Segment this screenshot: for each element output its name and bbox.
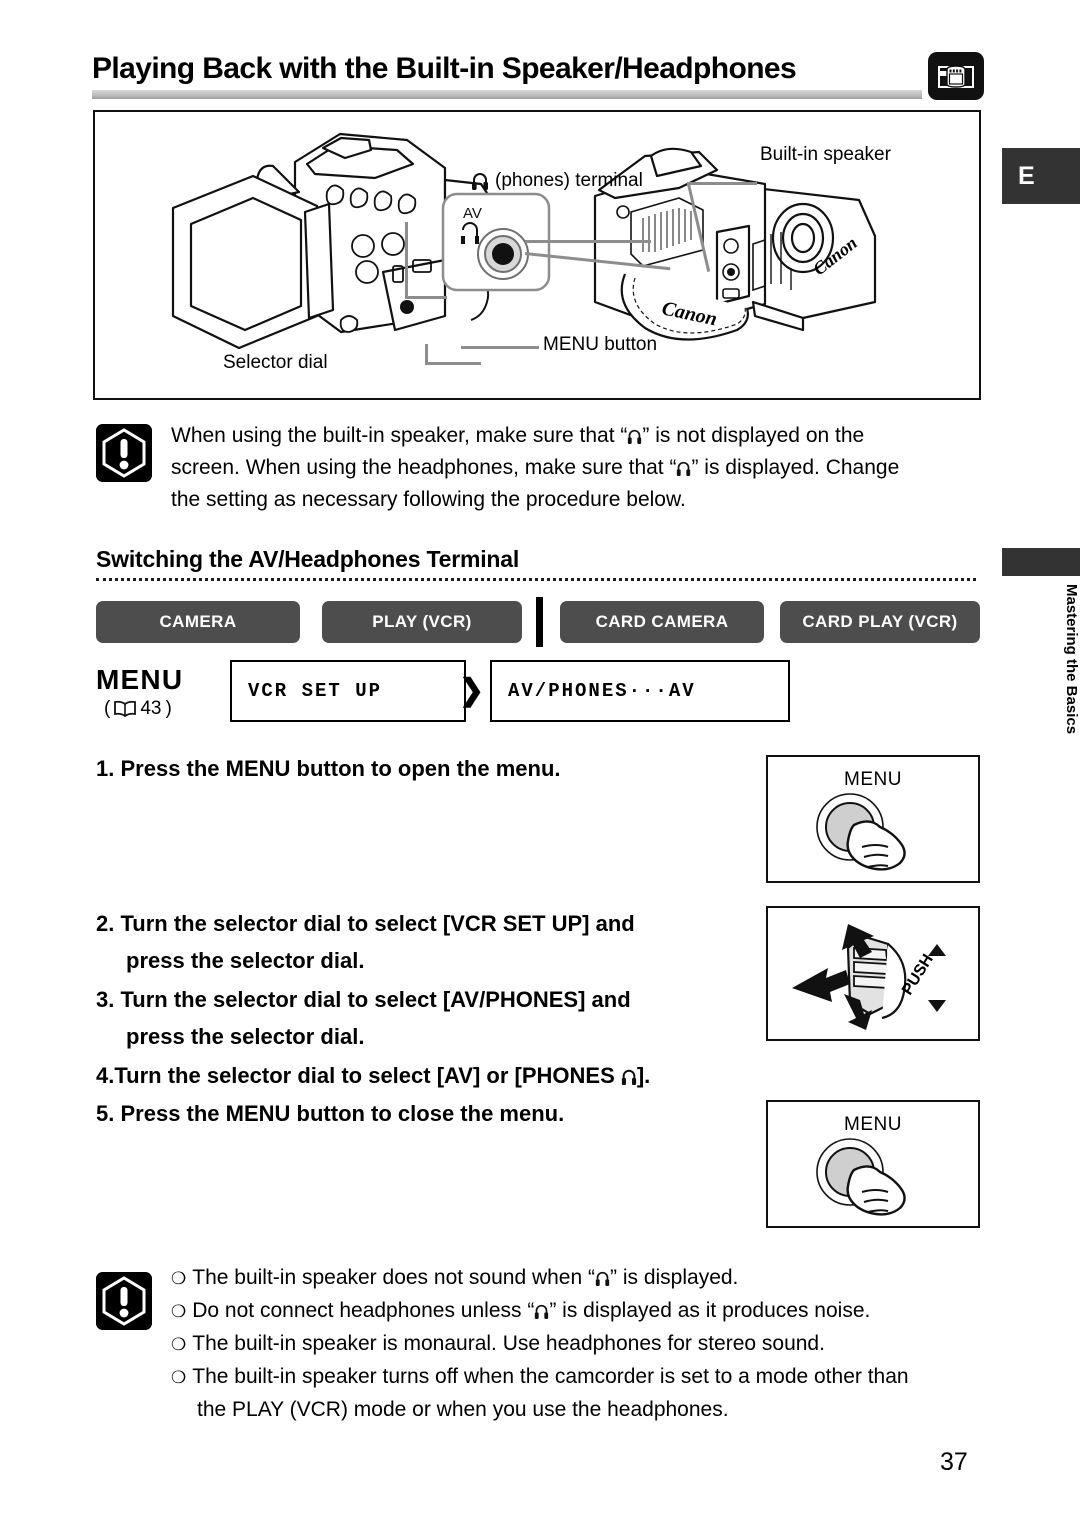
illustration-menu-label-bottom: MENU bbox=[844, 1114, 902, 1135]
page-reference-close: ) bbox=[165, 698, 172, 719]
menu-label: MENU bbox=[96, 664, 184, 695]
illustration-selector-dial: PUSH bbox=[766, 906, 980, 1041]
page-reference-open: ( bbox=[104, 698, 111, 719]
step-2-text: Turn the selector dial to select [VCR SE… bbox=[120, 911, 635, 936]
note-item: ❍ Do not connect headphones unless “ ” is … bbox=[171, 1295, 981, 1328]
step-1-text: Press the MENU button to open the menu. bbox=[120, 756, 561, 781]
page-header: Playing Back with the Built-in Speaker/H… bbox=[92, 52, 922, 104]
note-bullet-icon: ❍ bbox=[171, 1269, 187, 1289]
step-4-number: 4. bbox=[96, 1063, 115, 1088]
note-4-text: The built-in speaker turns off when the … bbox=[192, 1365, 909, 1388]
headphones-icon bbox=[472, 173, 488, 190]
menu-button-press-icon bbox=[816, 793, 906, 871]
section-tab-bar bbox=[1002, 548, 1080, 576]
book-icon bbox=[114, 700, 137, 718]
caution-line-3: the setting as necessary following the p… bbox=[171, 488, 686, 511]
headphones-icon bbox=[677, 461, 691, 476]
note-item: ❍ The built-in speaker turns off when the… bbox=[171, 1361, 981, 1394]
note-bullet-icon: ❍ bbox=[171, 1302, 187, 1322]
exclamation-warning-icon bbox=[96, 1272, 152, 1330]
headphones-icon bbox=[628, 429, 642, 444]
title-underline-bar bbox=[92, 90, 922, 99]
page-number: 37 bbox=[940, 1448, 968, 1476]
headphones-icon bbox=[595, 1271, 610, 1286]
leader-speaker-h bbox=[687, 182, 757, 185]
step-4-text-b: ]. bbox=[636, 1063, 651, 1088]
step-3-text-line2: press the selector dial. bbox=[126, 1024, 365, 1049]
notes-list: ❍ The built-in speaker does not sound whe… bbox=[171, 1262, 981, 1425]
headphones-icon bbox=[621, 1069, 636, 1085]
leader-selector-dial-v bbox=[425, 344, 428, 364]
selector-dial-turn-push-icon: PUSH bbox=[792, 924, 946, 1030]
page-reference-number: 43 bbox=[140, 698, 162, 719]
illustration-menu-press-bottom: MENU bbox=[766, 1100, 980, 1228]
callout-phones-terminal: (phones) terminal bbox=[471, 170, 643, 192]
leader-phones-label-h bbox=[405, 296, 447, 299]
language-tab: E bbox=[1002, 148, 1080, 204]
menu-button-press-icon bbox=[816, 1138, 906, 1216]
step-1: 1. Press the MENU button to open the men… bbox=[96, 750, 736, 787]
caution-line-1a: When using the built-in speaker, make su… bbox=[171, 424, 628, 447]
menu-item-av-phones[interactable]: AV/PHONES···AV bbox=[490, 660, 790, 722]
camcorder-icon bbox=[928, 52, 984, 100]
caution-line-1b: ” is not displayed on the bbox=[642, 424, 865, 447]
exclamation-warning-icon bbox=[96, 424, 152, 482]
headphones-icon bbox=[535, 1304, 549, 1319]
step-4: 4.Turn the selector dial to select [AV] … bbox=[96, 1057, 776, 1094]
note-1-text-a: The built-in speaker does not sound when… bbox=[192, 1266, 595, 1289]
note-item: ❍ The built-in speaker is monaural. Use h… bbox=[171, 1328, 981, 1361]
camcorder-diagram: Canon Canon AV Built-in speaker (phones)… bbox=[93, 110, 981, 400]
illustration-menu-label-top: MENU bbox=[844, 769, 902, 790]
illustration-menu-press-top: MENU bbox=[766, 755, 980, 883]
callout-menu-button: MENU button bbox=[543, 334, 658, 355]
step-4-text-a: Turn the selector dial to select [AV] or… bbox=[114, 1063, 621, 1088]
menu-navigation-path: MENU ( 43 ) VCR SET UP ❯ AV/PHONES···AV bbox=[96, 660, 980, 732]
note-1-text-b: ” is displayed. bbox=[610, 1266, 739, 1289]
svg-text:AV: AV bbox=[463, 205, 482, 222]
step-5: 5. Press the MENU button to close the me… bbox=[96, 1095, 736, 1132]
step-3: 3. Turn the selector dial to select [AV/… bbox=[96, 981, 736, 1055]
leader-menu-button bbox=[461, 346, 539, 349]
caution-line-1: When using the built-in speaker, make su… bbox=[171, 420, 971, 452]
step-5-text: Press the MENU button to close the menu. bbox=[120, 1101, 565, 1126]
mode-button-card-camera[interactable]: CARD CAMERA bbox=[560, 601, 764, 643]
step-3-number: 3. bbox=[96, 987, 115, 1012]
step-2-number: 2. bbox=[96, 911, 115, 936]
mode-button-row: CAMERA PLAY (VCR) CARD CAMERA CARD PLAY … bbox=[96, 597, 980, 647]
note-bullet-icon: ❍ bbox=[171, 1335, 187, 1355]
mode-button-play-vcr[interactable]: PLAY (VCR) bbox=[322, 601, 522, 643]
callout-phones-terminal-label: (phones) terminal bbox=[495, 170, 643, 191]
step-2-text-line2: press the selector dial. bbox=[126, 948, 365, 973]
subsection-divider bbox=[96, 578, 976, 581]
mode-group-divider bbox=[536, 597, 543, 647]
note-bullet-icon: ❍ bbox=[171, 1368, 187, 1388]
section-tab-label: Mastering the Basics bbox=[1063, 584, 1080, 735]
chevron-right-icon: ❯ bbox=[459, 674, 485, 707]
caution-line-2: screen. When using the headphones, make … bbox=[171, 452, 971, 484]
step-1-number: 1. bbox=[96, 756, 115, 781]
caution-line-2b: ” is displayed. Change bbox=[691, 456, 900, 479]
note-2-text-b: ” is displayed as it produces noise. bbox=[549, 1299, 871, 1322]
callout-selector-dial: Selector dial bbox=[223, 352, 328, 373]
note-3-text: The built-in speaker is monaural. Use he… bbox=[192, 1332, 825, 1355]
page-reference: ( 43 ) bbox=[104, 698, 172, 720]
caution-top-text: When using the built-in speaker, make su… bbox=[171, 420, 971, 516]
mode-button-camera[interactable]: CAMERA bbox=[96, 601, 300, 643]
caution-line-2a: screen. When using the headphones, make … bbox=[171, 456, 677, 479]
page-title: Playing Back with the Built-in Speaker/H… bbox=[92, 52, 797, 85]
menu-item-vcr-set-up[interactable]: VCR SET UP bbox=[230, 660, 466, 722]
step-2: 2. Turn the selector dial to select [VCR… bbox=[96, 905, 736, 979]
note-4-text-cont: the PLAY (VCR) mode or when you use the … bbox=[197, 1398, 729, 1421]
note-item: ❍ The built-in speaker does not sound whe… bbox=[171, 1262, 981, 1295]
mode-button-card-play-vcr[interactable]: CARD PLAY (VCR) bbox=[780, 601, 980, 643]
step-5-number: 5. bbox=[96, 1101, 115, 1126]
leader-phones-label-v bbox=[405, 222, 408, 298]
leader-terminal-to-body bbox=[525, 240, 651, 243]
subsection-title: Switching the AV/Headphones Terminal bbox=[96, 546, 520, 572]
leader-selector-dial bbox=[425, 362, 481, 365]
callout-built-in-speaker: Built-in speaker bbox=[760, 144, 891, 165]
note-2-text-a: Do not connect headphones unless “ bbox=[192, 1299, 535, 1322]
step-3-text: Turn the selector dial to select [AV/PHO… bbox=[120, 987, 631, 1012]
